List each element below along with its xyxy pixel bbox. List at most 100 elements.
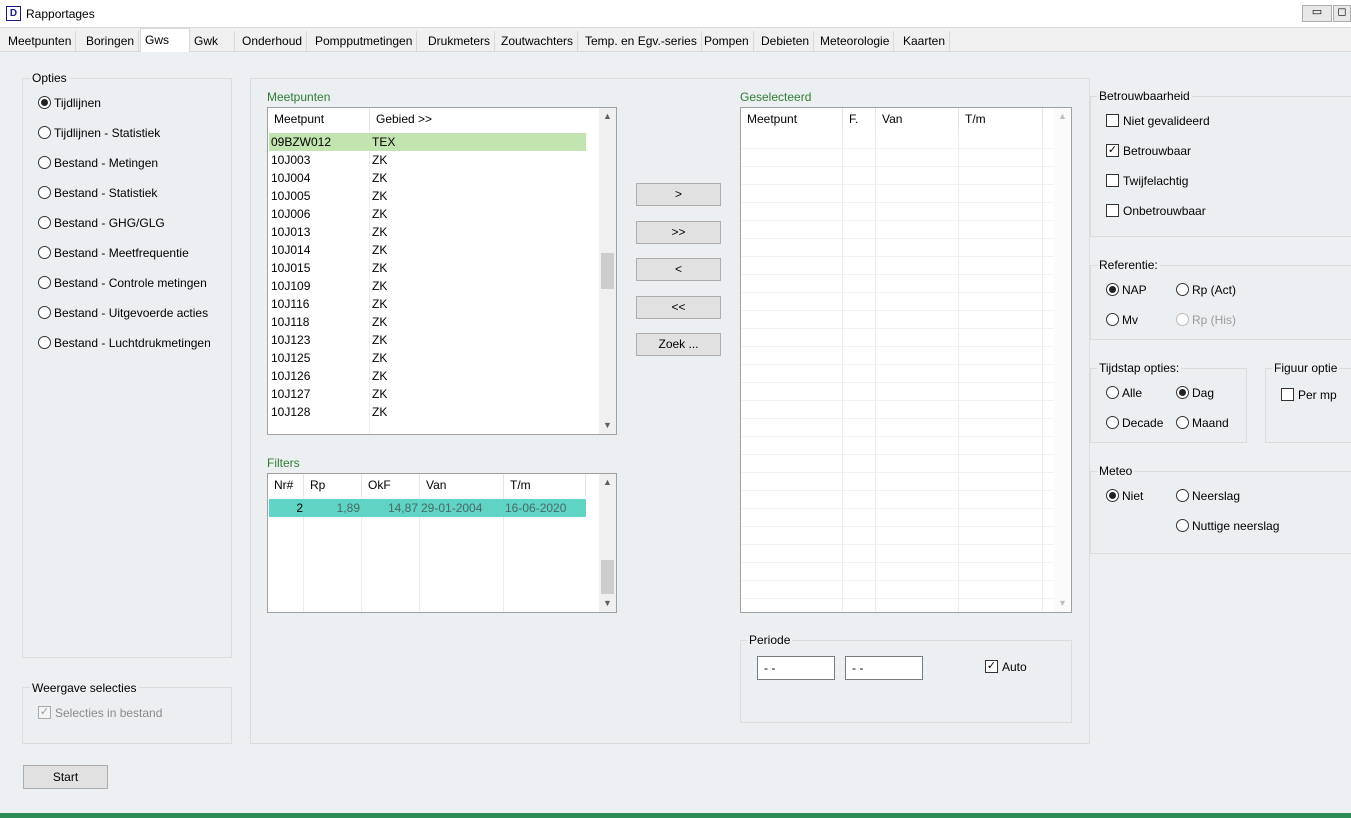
start-button[interactable]: Start bbox=[23, 765, 108, 789]
option-bestand-ghg-glg[interactable]: Bestand - GHG/GLG bbox=[38, 215, 165, 231]
column-header-tm[interactable]: T/m bbox=[504, 474, 586, 496]
periode-from-input[interactable]: - - bbox=[757, 656, 835, 680]
referentie-rp-act-radio[interactable]: Rp (Act) bbox=[1176, 282, 1236, 298]
referentie-mv-radio[interactable]: Mv bbox=[1106, 312, 1138, 328]
tab-meteorologie[interactable]: Meteorologie bbox=[816, 31, 895, 52]
tab-zoutwachters[interactable]: Zoutwachters bbox=[497, 31, 579, 52]
radio-icon bbox=[38, 186, 51, 200]
list-item[interactable]: 10J003 ZK bbox=[269, 151, 586, 169]
geselecteerd-list[interactable]: Meetpunt F. Van T/m ▲ ▼ bbox=[740, 107, 1072, 613]
column-header-tm[interactable]: T/m bbox=[959, 108, 1043, 130]
tijdstap-alle-radio[interactable]: Alle bbox=[1106, 385, 1142, 401]
column-header-meetpunt[interactable]: Meetpunt bbox=[268, 108, 370, 130]
column-header-okf[interactable]: OkF bbox=[362, 474, 420, 496]
radio-icon bbox=[1106, 386, 1119, 400]
list-item[interactable]: 10J109 ZK bbox=[269, 277, 586, 295]
option-tijdlijnen-statistiek[interactable]: Tijdlijnen - Statistiek bbox=[38, 125, 160, 141]
remove-selected-button[interactable]: < bbox=[636, 258, 721, 281]
column-header-gebied[interactable]: Gebied >> bbox=[370, 108, 600, 130]
list-item[interactable]: 10J116 ZK bbox=[269, 295, 586, 313]
list-item[interactable]: 10J004 ZK bbox=[269, 169, 586, 187]
column-header-van[interactable]: Van bbox=[876, 108, 959, 130]
meteo-niet-radio[interactable]: Niet bbox=[1106, 488, 1143, 504]
bottom-border bbox=[0, 813, 1351, 818]
list-item[interactable]: 10J118 ZK bbox=[269, 313, 586, 331]
radio-icon bbox=[1176, 313, 1189, 327]
tab-debieten[interactable]: Debieten bbox=[757, 31, 815, 52]
twijfelachtig-checkbox[interactable]: Twijfelachtig bbox=[1106, 173, 1188, 189]
meteo-neerslag-radio[interactable]: Neerslag bbox=[1176, 488, 1240, 504]
tab-drukmeters[interactable]: Drukmeters bbox=[424, 31, 496, 52]
list-item[interactable]: 10J013 ZK bbox=[269, 223, 586, 241]
filters-list[interactable]: Nr# Rp OkF Van T/m 2 1,89 14,87 29-01-20… bbox=[267, 473, 617, 613]
restore-button[interactable]: ◻ bbox=[1333, 5, 1351, 22]
add-selected-button[interactable]: > bbox=[636, 183, 721, 206]
grid-line bbox=[741, 310, 1054, 311]
grid-line bbox=[741, 346, 1054, 347]
option-bestand-controle-metingen[interactable]: Bestand - Controle metingen bbox=[38, 275, 207, 291]
tijdstap-decade-radio[interactable]: Decade bbox=[1106, 415, 1163, 431]
meetpunten-scrollbar[interactable]: ▲ ▼ bbox=[599, 108, 616, 434]
tab-onderhoud[interactable]: Onderhoud bbox=[238, 31, 308, 52]
referentie-nap-radio[interactable]: NAP bbox=[1106, 282, 1147, 298]
betrouwbaar-checkbox[interactable]: ✓ Betrouwbaar bbox=[1106, 143, 1191, 159]
radio-icon bbox=[38, 306, 51, 320]
tab-kaarten[interactable]: Kaarten bbox=[899, 31, 951, 52]
grid-line bbox=[741, 364, 1054, 365]
tab-meetpunten[interactable]: Meetpunten bbox=[4, 31, 77, 52]
scroll-down-icon[interactable]: ▼ bbox=[599, 417, 616, 434]
tijdstap-maand-radio[interactable]: Maand bbox=[1176, 415, 1229, 431]
column-header-meetpunt[interactable]: Meetpunt bbox=[741, 108, 843, 130]
scroll-down-icon[interactable]: ▼ bbox=[1054, 595, 1071, 612]
column-header-nr[interactable]: Nr# bbox=[268, 474, 304, 496]
add-all-button[interactable]: >> bbox=[636, 221, 721, 244]
column-header-f[interactable]: F. bbox=[843, 108, 876, 130]
scroll-thumb[interactable] bbox=[601, 253, 614, 289]
auto-checkbox[interactable]: ✓ Auto bbox=[985, 659, 1027, 675]
per-mp-checkbox[interactable]: Per mp bbox=[1281, 387, 1337, 403]
option-bestand-statistiek[interactable]: Bestand - Statistiek bbox=[38, 185, 157, 201]
list-item-selected[interactable]: 09BZW012 TEX bbox=[269, 133, 586, 151]
option-bestand-metingen[interactable]: Bestand - Metingen bbox=[38, 155, 158, 171]
tab-gwk[interactable]: Gwk bbox=[190, 31, 235, 52]
tab-pompputmetingen[interactable]: Pompputmetingen bbox=[311, 31, 418, 52]
list-item[interactable]: 10J015 ZK bbox=[269, 259, 586, 277]
scroll-down-icon[interactable]: ▼ bbox=[599, 595, 616, 612]
filters-scrollbar[interactable]: ▲ ▼ bbox=[599, 474, 616, 612]
list-item[interactable]: 10J123 ZK bbox=[269, 331, 586, 349]
column-header-van[interactable]: Van bbox=[420, 474, 504, 496]
tab-boringen[interactable]: Boringen bbox=[82, 31, 140, 52]
list-item[interactable]: 10J014 ZK bbox=[269, 241, 586, 259]
filter-row-selected[interactable]: 2 1,89 14,87 29-01-2004 16-06-2020 bbox=[269, 499, 586, 517]
tab-pompen[interactable]: Pompen bbox=[700, 31, 754, 52]
meetpunten-list[interactable]: Meetpunt Gebied >> 09BZW012 TEX 10J003 ZK … bbox=[267, 107, 617, 435]
scroll-up-icon[interactable]: ▲ bbox=[1054, 108, 1071, 125]
tab-gws[interactable]: Gws bbox=[140, 28, 190, 53]
onbetrouwbaar-checkbox[interactable]: Onbetrouwbaar bbox=[1106, 203, 1206, 219]
column-header-rp[interactable]: Rp bbox=[304, 474, 362, 496]
list-item[interactable]: 10J005 ZK bbox=[269, 187, 586, 205]
list-item[interactable]: 10J127 ZK bbox=[269, 385, 586, 403]
grid-line bbox=[741, 202, 1054, 203]
option-tijdlijnen[interactable]: Tijdlijnen bbox=[38, 95, 101, 111]
tab-temp-egv-series[interactable]: Temp. en Egv.-series bbox=[581, 31, 702, 52]
niet-gevalideerd-checkbox[interactable]: Niet gevalideerd bbox=[1106, 113, 1210, 129]
option-bestand-uitgevoerde-acties[interactable]: Bestand - Uitgevoerde acties bbox=[38, 305, 208, 321]
list-item[interactable]: 10J006 ZK bbox=[269, 205, 586, 223]
zoek-button[interactable]: Zoek ... bbox=[636, 333, 721, 356]
scroll-thumb[interactable] bbox=[601, 560, 614, 594]
list-item[interactable]: 10J125 ZK bbox=[269, 349, 586, 367]
meteo-nuttige-neerslag-radio[interactable]: Nuttige neerslag bbox=[1176, 518, 1279, 534]
option-bestand-meetfrequentie[interactable]: Bestand - Meetfrequentie bbox=[38, 245, 189, 261]
remove-all-button[interactable]: << bbox=[636, 296, 721, 319]
scroll-up-icon[interactable]: ▲ bbox=[599, 108, 616, 125]
grid-line bbox=[741, 544, 1054, 545]
tijdstap-dag-radio[interactable]: Dag bbox=[1176, 385, 1214, 401]
periode-to-input[interactable]: - - bbox=[845, 656, 923, 680]
list-item[interactable]: 10J126 ZK bbox=[269, 367, 586, 385]
geselecteerd-scrollbar[interactable]: ▲ ▼ bbox=[1054, 108, 1071, 612]
option-bestand-luchtdrukmetingen[interactable]: Bestand - Luchtdrukmetingen bbox=[38, 335, 211, 351]
minimize-button[interactable]: ▭ bbox=[1302, 5, 1332, 22]
scroll-up-icon[interactable]: ▲ bbox=[599, 474, 616, 491]
list-item[interactable]: 10J128 ZK bbox=[269, 403, 586, 421]
